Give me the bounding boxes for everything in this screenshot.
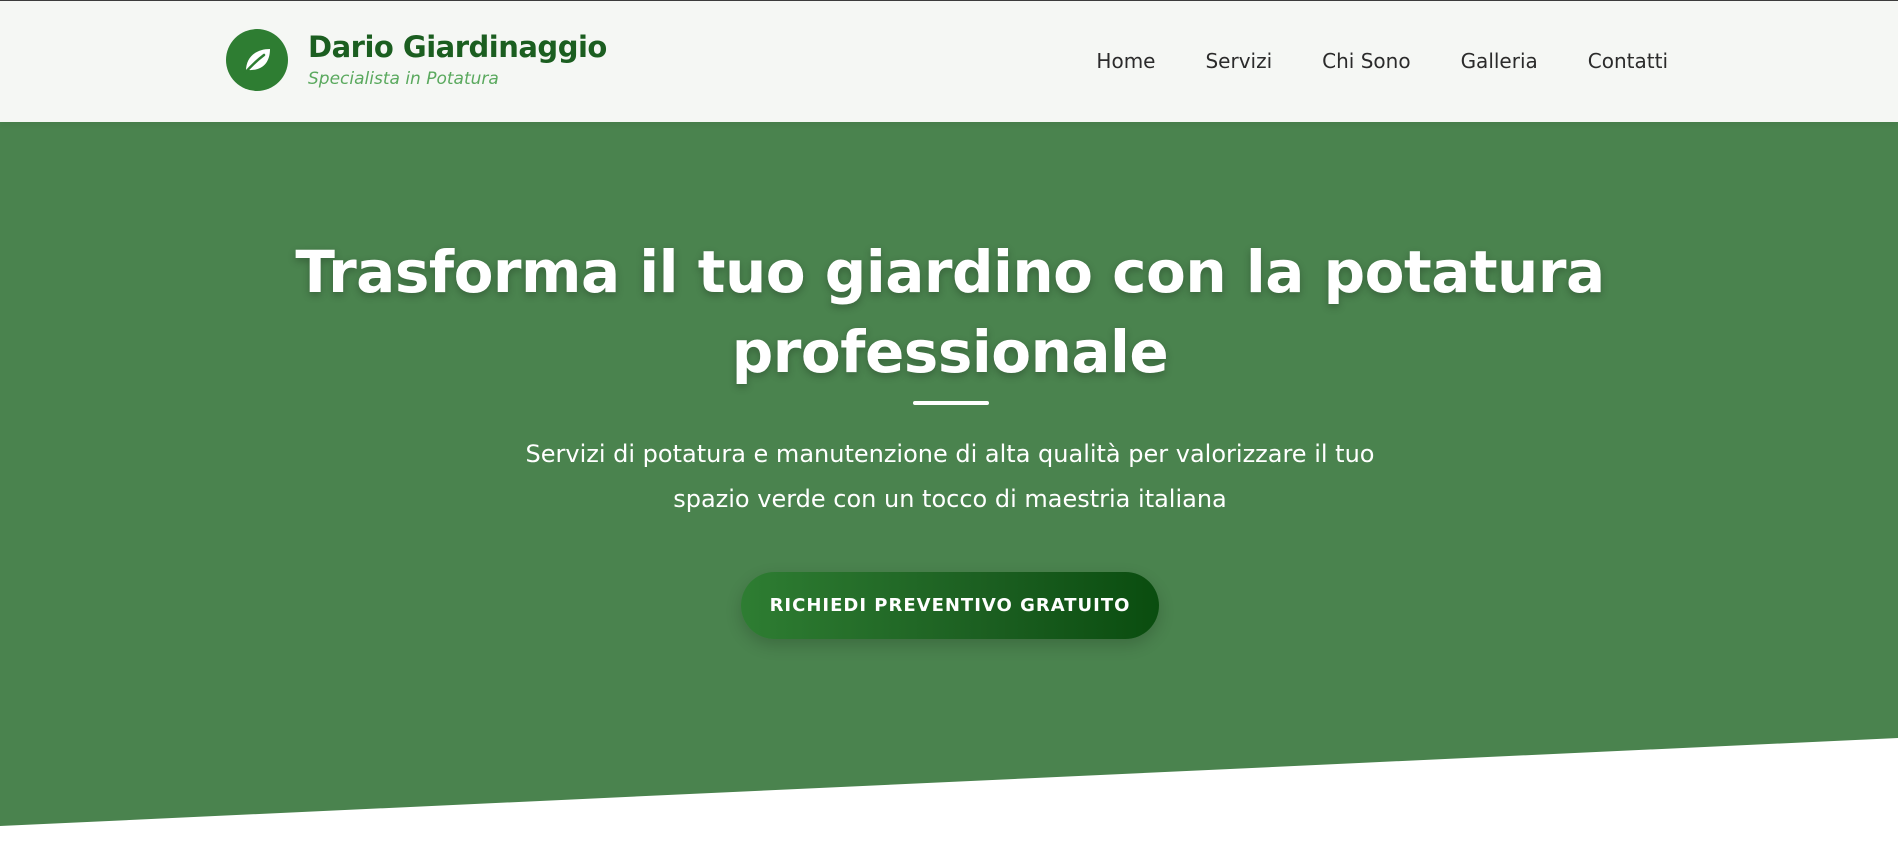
request-quote-button[interactable]: RICHIEDI PREVENTIVO GRATUITO [741,572,1159,639]
logo-badge [226,29,288,91]
brand-name: Dario Giardinaggio [308,30,607,64]
brand-tagline: Specialista in Potatura [308,69,499,89]
nav-item-chi-sono[interactable]: Chi Sono [1322,47,1410,75]
site-header: Dario Giardinaggio Specialista in Potatu… [0,0,1898,122]
hero-subtitle: Servizi di potatura e manutenzione di al… [525,440,1375,513]
brand-logo-link[interactable]: Dario Giardinaggio Specialista in Potatu… [226,29,607,91]
nav-item-home[interactable]: Home [1096,47,1155,75]
nav-item-servizi[interactable]: Servizi [1205,47,1272,75]
brand-text: Dario Giardinaggio Specialista in Potatu… [308,30,607,90]
nav-item-contatti[interactable]: Contatti [1588,47,1668,75]
leaf-icon [242,49,270,76]
page: Dario Giardinaggio Specialista in Potatu… [0,0,1898,867]
hero-section: Trasforma il tuo giardino con la potatur… [0,122,1898,867]
main-nav: Home Servizi Chi Sono Galleria Contatti [1096,47,1668,75]
hero-divider [913,401,989,405]
hero-title: Trasforma il tuo giardino con la potatur… [295,238,1605,386]
nav-item-galleria[interactable]: Galleria [1461,47,1538,75]
